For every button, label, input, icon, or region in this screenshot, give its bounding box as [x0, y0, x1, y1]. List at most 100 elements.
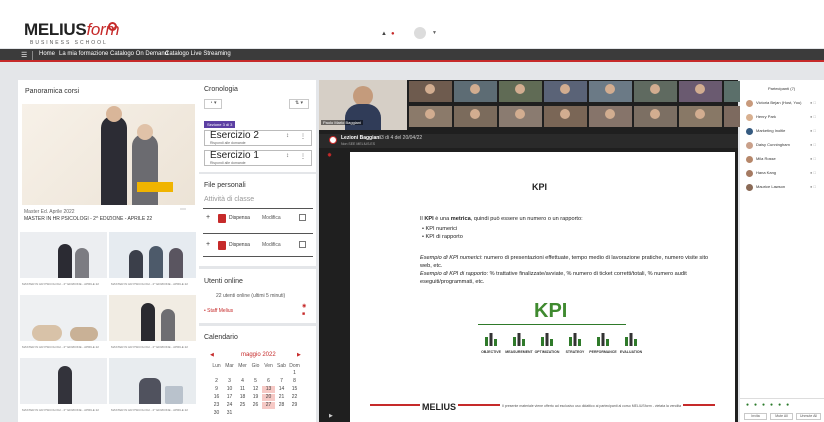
user-avatar[interactable] — [414, 27, 426, 39]
calendar-day[interactable]: 15 — [288, 386, 301, 393]
calendar-day[interactable]: 12 — [249, 386, 262, 393]
course-thumb-6[interactable] — [109, 358, 196, 404]
file-row-2-name[interactable]: Dispensa — [229, 242, 250, 248]
featured-course-title[interactable]: MASTER IN HR PSICOLOGI - 2^ EDIZIONE - A… — [24, 216, 152, 222]
calendar-day[interactable]: 31 — [223, 410, 236, 417]
invite-button[interactable]: Invita — [744, 413, 767, 420]
timeline-item-2-title[interactable]: Esercizio 1 — [210, 150, 259, 161]
course-thumb-3[interactable] — [20, 295, 107, 341]
mic-camera-icon[interactable]: ● □ — [810, 100, 816, 105]
calendar-day[interactable]: 25 — [236, 402, 249, 409]
chevron-down-icon[interactable]: ▼ — [432, 30, 437, 36]
course-thumb-2[interactable] — [109, 232, 196, 278]
calendar-day[interactable]: 4 — [236, 378, 249, 385]
calendar-prev-icon[interactable]: ◀ — [210, 352, 214, 358]
mic-camera-icon[interactable]: ● □ — [810, 170, 816, 175]
timeline-item-2-menu-icon[interactable]: ⋮ — [300, 153, 306, 160]
participant-video-tile[interactable] — [454, 81, 497, 102]
participant-video-tile[interactable] — [634, 81, 677, 102]
calendar-day[interactable]: 14 — [275, 386, 288, 393]
participant-row[interactable]: Hana Kang ● □ — [746, 169, 822, 179]
unmute-all-button[interactable]: Unmute All — [796, 413, 821, 420]
meeting-controls-row[interactable]: ●●●●●● — [746, 402, 794, 408]
calendar-day[interactable]: 16 — [210, 394, 223, 401]
file-row-1-expand-icon[interactable]: + — [206, 214, 210, 221]
course-menu-icon[interactable]: ⋯ — [180, 206, 186, 213]
participant-video-tile[interactable] — [409, 106, 452, 127]
online-user-staff[interactable]: • Staff Melius — [204, 308, 233, 314]
calendar-day[interactable]: 9 — [210, 386, 223, 393]
mic-camera-icon[interactable]: ● □ — [810, 114, 816, 119]
calendar-day[interactable]: 27 — [262, 402, 275, 409]
course-thumb-5[interactable] — [20, 358, 107, 404]
calendar-day[interactable]: 19 — [249, 394, 262, 401]
participant-video-tile[interactable] — [544, 81, 587, 102]
calendar-day[interactable]: 26 — [249, 402, 262, 409]
participant-video-tile[interactable] — [679, 81, 722, 102]
nav-catalogo-live-streaming[interactable]: Catalogo Live Streaming — [165, 51, 231, 57]
calendar-day[interactable]: 22 — [288, 394, 301, 401]
participant-video-tile[interactable] — [499, 106, 542, 127]
timeline-sort-button[interactable]: ⇅ ▾ — [289, 99, 309, 109]
calendar-day[interactable]: 6 — [262, 378, 275, 385]
calendar-day[interactable]: 29 — [288, 402, 301, 409]
calendar-day[interactable]: 20 — [262, 394, 275, 401]
calendar-day[interactable]: 13 — [262, 386, 275, 393]
participant-video-tile[interactable] — [409, 81, 452, 102]
calendar-day[interactable]: 24 — [223, 402, 236, 409]
calendar-day[interactable]: 30 — [210, 410, 223, 417]
mic-camera-icon[interactable]: ● □ — [810, 142, 816, 147]
featured-course-image[interactable] — [22, 104, 195, 205]
participant-video-tile[interactable] — [589, 81, 632, 102]
timeline-item-2-reorder-icon[interactable]: ↕ — [286, 153, 289, 159]
timeline-item-1-title[interactable]: Esercizio 2 — [210, 130, 259, 141]
participant-row[interactable]: Mila Rosse ● □ — [746, 155, 822, 165]
participant-row[interactable]: Daisy Cunningham ● □ — [746, 141, 822, 151]
timeline-filter-button[interactable]: ◔ ▾ — [204, 99, 222, 109]
calendar-day[interactable]: 1 — [288, 370, 301, 377]
calendar-day[interactable]: 2 — [210, 378, 223, 385]
calendar-day[interactable]: 18 — [236, 394, 249, 401]
bell-icon[interactable]: ▲ — [381, 31, 387, 37]
file-row-2-expand-icon[interactable]: + — [206, 241, 210, 248]
calendar-day[interactable]: 21 — [275, 394, 288, 401]
participant-video-tile[interactable] — [544, 106, 587, 127]
calendar-day[interactable]: 23 — [210, 402, 223, 409]
file-row-1-name[interactable]: Dispensa — [229, 215, 250, 221]
nav-la-mia-formazione[interactable]: La mia formazione — [59, 51, 108, 57]
participant-row[interactable]: Victoria Bejan (Host, You) ● □ — [746, 99, 822, 109]
calendar-day[interactable]: 10 — [223, 386, 236, 393]
participant-video-tile[interactable] — [589, 106, 632, 127]
course-thumb-4[interactable] — [109, 295, 196, 341]
menu-icon[interactable]: ☰ — [21, 51, 27, 59]
participant-row[interactable]: Marketing Inoltle ● □ — [746, 127, 822, 137]
participant-video-tile[interactable] — [454, 106, 497, 127]
mic-camera-icon[interactable]: ● □ — [810, 184, 816, 189]
participant-row[interactable]: Henry Park ● □ — [746, 113, 822, 123]
file-row-1-checkbox[interactable] — [299, 214, 306, 221]
brand-logo[interactable]: MELIUSform — [24, 20, 120, 40]
calendar-day[interactable]: 8 — [288, 378, 301, 385]
mic-camera-icon[interactable]: ● □ — [810, 128, 816, 133]
timeline-item-1-menu-icon[interactable]: ⋮ — [300, 133, 306, 140]
mute-all-button[interactable]: Mute All — [770, 413, 793, 420]
calendar-day[interactable]: 28 — [275, 402, 288, 409]
mic-camera-icon[interactable]: ● □ — [810, 156, 816, 161]
message-icon[interactable]: ■ — [302, 311, 305, 317]
calendar-day[interactable]: 7 — [275, 378, 288, 385]
participant-video-tile[interactable] — [499, 81, 542, 102]
calendar-day[interactable]: 5 — [249, 378, 262, 385]
file-row-1-action[interactable]: Modifica — [262, 215, 281, 221]
timeline-item-1-reorder-icon[interactable]: ↕ — [286, 133, 289, 139]
play-icon[interactable]: ▶ — [329, 413, 333, 419]
file-row-2-checkbox[interactable] — [299, 241, 306, 248]
calendar-day[interactable]: 11 — [236, 386, 249, 393]
participant-video-tile[interactable] — [679, 106, 722, 127]
nav-catalogo-on-demand[interactable]: Catalogo On Demand — [110, 51, 168, 57]
course-thumb-1[interactable] — [20, 232, 107, 278]
file-row-2-action[interactable]: Modifica — [262, 242, 281, 248]
calendar-day[interactable]: 3 — [223, 378, 236, 385]
chat-icon[interactable]: ● — [391, 31, 395, 37]
eye-icon[interactable]: ◉ — [302, 303, 306, 309]
nav-home[interactable]: Home — [39, 51, 55, 57]
